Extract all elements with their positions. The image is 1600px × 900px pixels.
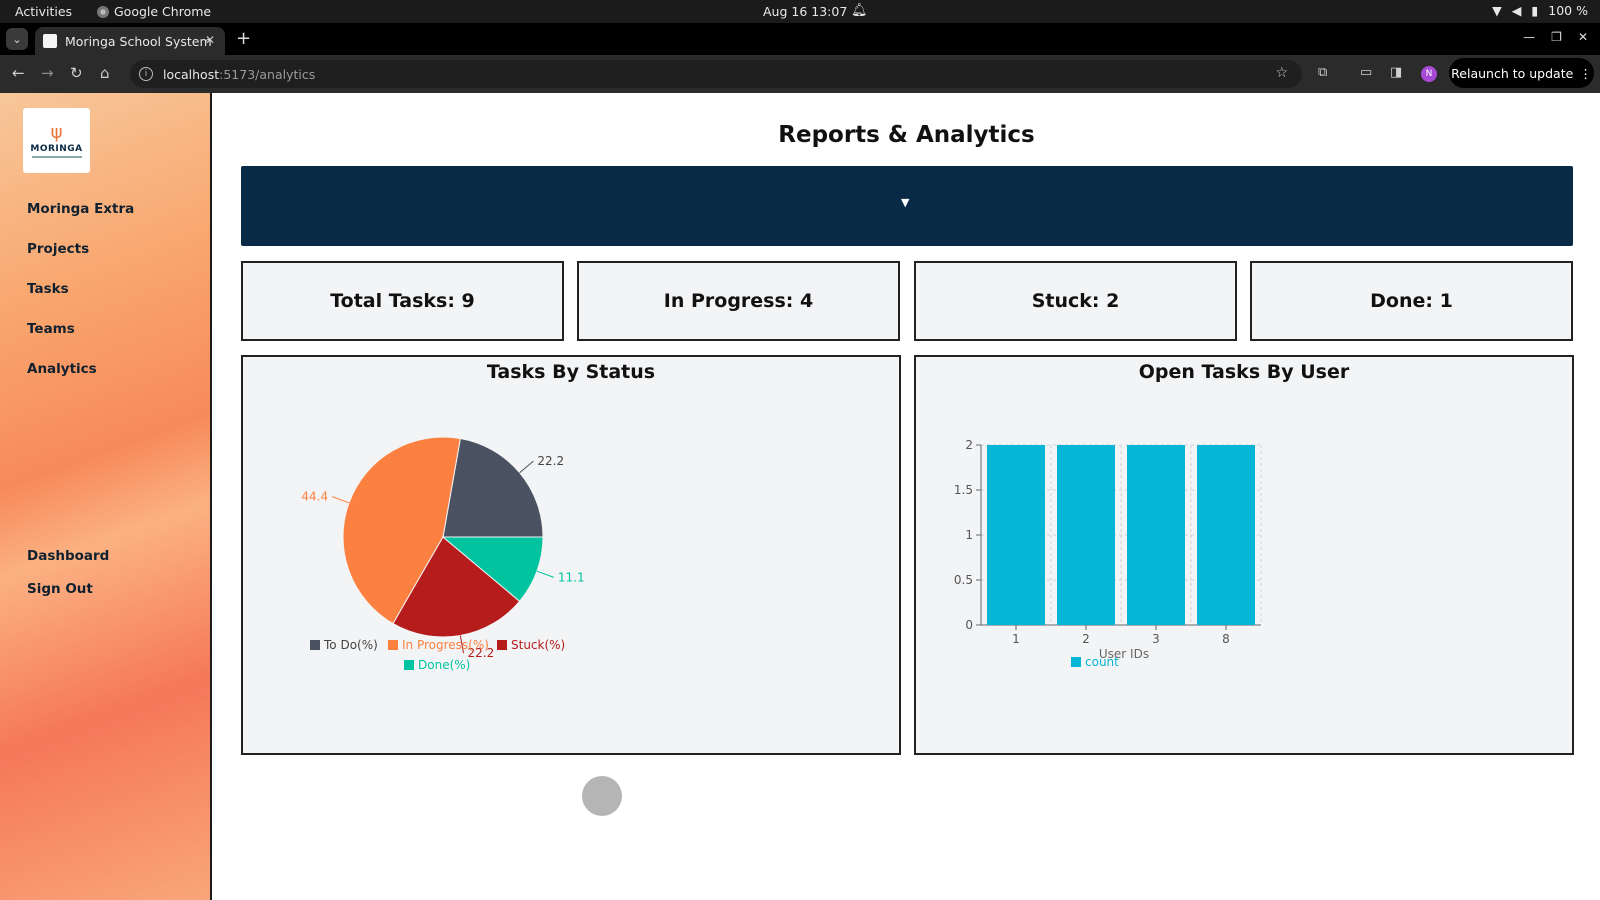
x-tick-label: 3 — [1152, 632, 1160, 646]
minimize-icon[interactable]: — — [1523, 30, 1535, 44]
sidebar-item-dashboard[interactable]: Dashboard — [27, 548, 109, 564]
pie-label-leader — [331, 496, 350, 504]
chevron-down-icon: ⌄ — [12, 32, 22, 46]
browser-tab-strip: ⌄ Moringa School System ✕ + — ❐ ✕ — [0, 23, 1600, 55]
address-bar[interactable]: i localhost:5173/analytics ☆ — [130, 60, 1302, 88]
legend-label[interactable]: To Do(%) — [323, 638, 378, 652]
site-info-icon[interactable]: i — [139, 67, 153, 81]
pie-data-label: 44.4 — [301, 490, 328, 504]
bar[interactable] — [1057, 445, 1115, 625]
relaunch-button[interactable]: Relaunch to update ⋮ — [1449, 58, 1594, 88]
sidebar-item-projects[interactable]: Projects — [27, 241, 89, 257]
os-top-bar: Activities Google Chrome Aug 16 13:07 🔔︎… — [0, 0, 1600, 23]
favicon-icon — [43, 34, 57, 48]
sidebar-item-moringa-extra[interactable]: Moringa Extra — [27, 201, 134, 217]
chrome-icon — [97, 5, 109, 18]
page-title: Reports & Analytics — [778, 122, 1035, 148]
back-icon[interactable]: ← — [12, 64, 25, 82]
tab-title: Moringa School System — [65, 33, 212, 49]
relaunch-label: Relaunch to update — [1451, 65, 1574, 81]
logo-text: MORINGA — [30, 143, 83, 154]
forward-icon[interactable]: → — [41, 64, 54, 82]
active-app-indicator[interactable]: Google Chrome — [97, 4, 211, 19]
restore-icon[interactable]: ❐ — [1551, 30, 1562, 44]
pie-label-leader — [536, 570, 555, 578]
battery-icon: ▮ — [1531, 3, 1539, 18]
pie-data-label: 11.1 — [558, 570, 585, 584]
moringa-logo[interactable]: ψ MORINGA — [23, 108, 90, 173]
url-text: localhost:5173/analytics — [163, 67, 315, 82]
y-tick-label: 1 — [965, 528, 973, 542]
legend-label[interactable]: Stuck(%) — [511, 638, 565, 652]
url-path: :5173/analytics — [219, 66, 316, 82]
pie-data-label: 22.2 — [537, 454, 564, 468]
pie-label-leader — [519, 460, 534, 474]
stat-card-stuck: Stuck: 2 — [914, 261, 1237, 341]
sidebar-item-tasks[interactable]: Tasks — [27, 281, 69, 297]
tasks-by-status-pie-chart: 22.244.422.211.1To Do(%) In Progress(%) St… — [301, 436, 585, 672]
stat-stuck: Stuck: 2 — [1031, 290, 1120, 312]
browser-tab[interactable]: Moringa School System ✕ — [35, 27, 225, 55]
y-tick-label: 0 — [965, 618, 973, 632]
sidebar-item-analytics[interactable]: Analytics — [27, 361, 97, 377]
legend-swatch — [388, 640, 398, 650]
x-tick-label: 2 — [1082, 632, 1090, 646]
system-clock[interactable]: Aug 16 13:07 — [763, 4, 847, 19]
logo-tagline — [31, 155, 82, 158]
stat-card-in-progress: In Progress: 4 — [577, 261, 900, 341]
x-tick-label: 8 — [1222, 632, 1230, 646]
cast-icon[interactable]: ▭ — [1360, 65, 1372, 80]
stat-total-tasks: Total Tasks: 9 — [330, 290, 475, 312]
battery-percent: 100 % — [1548, 3, 1588, 18]
legend-swatch — [497, 640, 507, 650]
side-panel-icon[interactable]: ◨ — [1390, 65, 1402, 80]
tasks-by-status-card: Tasks By Status 22.2 44.4 22.2 11.1 To Do(%)… — [241, 355, 901, 755]
stat-done: Done: 1 — [1370, 290, 1453, 312]
legend-label[interactable]: count — [1085, 655, 1119, 669]
extensions-icon[interactable]: ⧉ — [1318, 65, 1327, 80]
stat-card-total-tasks: Total Tasks: 9 — [241, 261, 564, 341]
bar[interactable] — [1127, 445, 1185, 625]
sidebar: ψ MORINGA Moringa Extra Projects Tasks T… — [0, 93, 212, 900]
bookmark-star-icon[interactable]: ☆ — [1275, 65, 1288, 81]
browser-toolbar: ← → ↻ ⌂ i localhost:5173/analytics ☆ ⧉ ▭… — [0, 55, 1600, 93]
legend-label[interactable]: In Progress(%) — [402, 638, 489, 652]
stat-card-done: Done: 1 — [1250, 261, 1573, 341]
open-tasks-by-user-card: Open Tasks By User 0 0.5 1 1.5 2 1 2 3 8 User IDs… — [914, 355, 1574, 755]
home-icon[interactable]: ⌂ — [100, 64, 110, 82]
loading-spinner — [582, 776, 622, 816]
active-app-name: Google Chrome — [114, 4, 212, 19]
y-tick-label: 1.5 — [954, 483, 973, 497]
open-tasks-by-user-bar-chart: 00.511.521 2 3 8User IDscount — [954, 438, 1262, 669]
legend-label[interactable]: Done(%) — [418, 658, 470, 672]
bar[interactable] — [1197, 445, 1255, 625]
x-tick-label: 1 — [1012, 632, 1020, 646]
wifi-icon: ▼ — [1492, 3, 1502, 18]
filter-dropdown-bar[interactable]: ▼ — [241, 166, 1573, 246]
sidebar-item-sign-out[interactable]: Sign Out — [27, 581, 93, 597]
legend-swatch — [404, 660, 414, 670]
more-menu-icon: ⋮ — [1579, 65, 1592, 81]
stat-in-progress: In Progress: 4 — [663, 290, 814, 312]
logo-mark-icon: ψ — [50, 121, 63, 143]
url-host: localhost — [163, 66, 220, 82]
sidebar-item-teams[interactable]: Teams — [27, 321, 75, 337]
legend-swatch — [1071, 657, 1081, 667]
activities-button[interactable]: Activities — [15, 4, 72, 19]
profile-avatar[interactable]: N — [1421, 66, 1437, 82]
y-tick-label: 0.5 — [954, 573, 973, 587]
bell-icon: 🔔︎ — [851, 3, 868, 18]
close-icon[interactable]: ✕ — [205, 33, 215, 47]
volume-icon: ◀ — [1511, 3, 1522, 18]
tab-search-button[interactable]: ⌄ — [6, 28, 28, 50]
system-tray[interactable]: ▼ ◀ ▮ 100 % — [1492, 3, 1588, 18]
window-close-icon[interactable]: ✕ — [1578, 30, 1588, 44]
new-tab-button[interactable]: + — [236, 28, 251, 49]
window-controls: — ❐ ✕ — [1523, 30, 1588, 44]
legend-swatch — [310, 640, 320, 650]
bar[interactable] — [987, 445, 1045, 625]
y-tick-label: 2 — [965, 438, 973, 452]
reload-icon[interactable]: ↻ — [70, 64, 83, 82]
chevron-down-icon: ▼ — [901, 196, 910, 209]
